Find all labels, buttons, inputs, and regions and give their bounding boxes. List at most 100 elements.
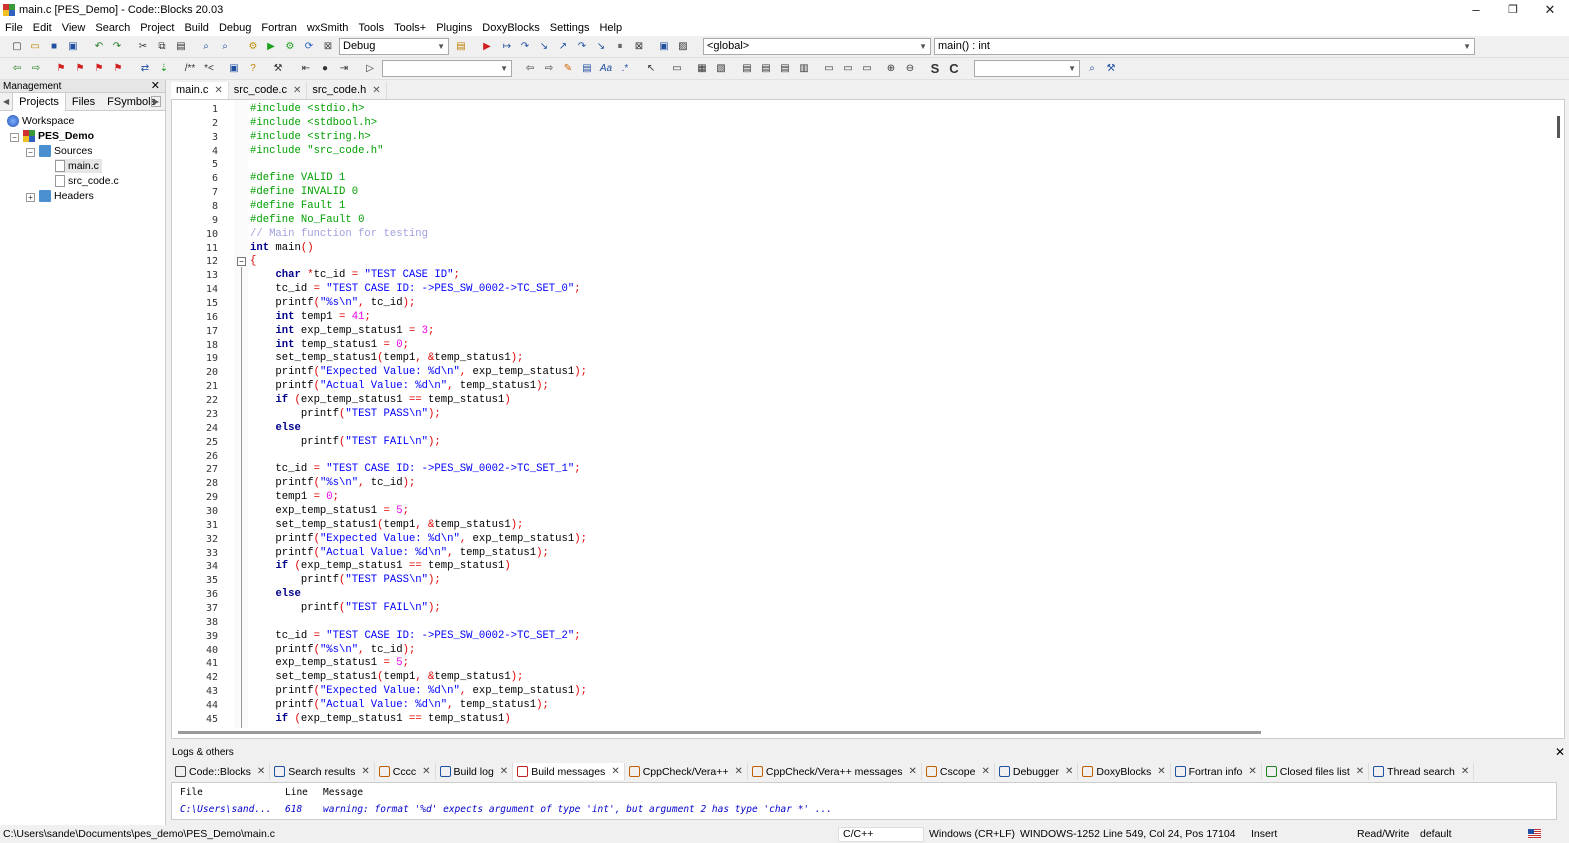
back-icon[interactable]: ⇦	[10, 62, 24, 76]
code-line[interactable]: printf("Actual Value: %d\n", temp_status…	[250, 380, 548, 392]
widget-box-icon[interactable]: ▭	[670, 62, 684, 76]
border-left-icon[interactable]: ▭	[822, 62, 836, 76]
bookmark-prev-icon[interactable]: ⚑	[73, 62, 87, 76]
wrench-icon[interactable]: ⚒	[1104, 62, 1118, 76]
cut-icon[interactable]: ✂	[136, 40, 150, 54]
widget-grid-icon[interactable]: ▦	[695, 62, 709, 76]
tab-main-c[interactable]: main.c ✕	[171, 82, 229, 99]
close-icon[interactable]: ✕	[361, 766, 369, 777]
tab-src-code-h[interactable]: src_code.h ✕	[307, 82, 387, 99]
vertical-scrollbar[interactable]	[1550, 100, 1564, 738]
code-area[interactable]: #include <stdio.h> #include <stdbool.h> #i…	[250, 100, 1550, 738]
close-button[interactable]: ✕	[1531, 0, 1569, 19]
align-left-icon[interactable]: ▤	[740, 62, 754, 76]
close-icon[interactable]: ✕	[1065, 766, 1073, 777]
code-line[interactable]: #include <stdio.h>	[250, 103, 364, 115]
minimize-button[interactable]: –	[1457, 0, 1495, 19]
code-line[interactable]: exp_temp_status1 = 5;	[250, 505, 409, 517]
close-icon[interactable]: ✕	[293, 82, 301, 99]
code-line[interactable]: printf("Expected Value: %d\n", exp_temp_…	[250, 533, 587, 545]
next-line-icon[interactable]: ↷	[518, 40, 532, 54]
log-tab-cppcheck[interactable]: CppCheck/Vera++ ✕	[625, 763, 748, 780]
menu-debug[interactable]: Debug	[214, 22, 256, 34]
open-icon[interactable]: ▭	[28, 40, 42, 54]
code-line[interactable]: printf("%s\n", tc_id);	[250, 477, 415, 489]
marker-icon[interactable]: ●	[318, 62, 332, 76]
jump-icon[interactable]: ⇄	[138, 62, 152, 76]
log-tab-cppcheck-messages[interactable]: CppCheck/Vera++ messages ✕	[748, 763, 922, 780]
tree-file-src-code[interactable]: src_code.c	[55, 174, 119, 188]
code-line[interactable]: printf("%s\n", tc_id);	[250, 644, 415, 656]
close-icon[interactable]: ✕	[1555, 745, 1565, 760]
code-line[interactable]: printf("TEST PASS\n");	[250, 408, 441, 420]
function-select[interactable]: main() : int ▼	[934, 38, 1475, 55]
save-icon[interactable]: ■	[47, 40, 61, 54]
code-line[interactable]: printf("Expected Value: %d\n", exp_temp_…	[250, 366, 587, 378]
align-fill-icon[interactable]: ▥	[797, 62, 811, 76]
pause-icon[interactable]: ⏸	[613, 40, 627, 54]
save-all-icon[interactable]: ▣	[66, 40, 80, 54]
code-line[interactable]: #define VALID 1	[250, 172, 345, 184]
close-icon[interactable]: ✕	[1356, 766, 1364, 777]
menu-edit[interactable]: Edit	[28, 22, 57, 34]
debug-windows-icon[interactable]: ▣	[657, 40, 671, 54]
close-icon[interactable]: ✕	[500, 766, 508, 777]
next-instruction-icon[interactable]: ↷	[575, 40, 589, 54]
menu-tools[interactable]: Tools	[353, 22, 389, 34]
code-line[interactable]: #define INVALID 0	[250, 186, 358, 198]
code-line[interactable]: #include <string.h>	[250, 131, 371, 143]
code-line[interactable]: #include "src_code.h"	[250, 145, 384, 157]
code-line[interactable]: printf("Actual Value: %d\n", temp_status…	[250, 699, 548, 711]
paste-icon[interactable]: ▤	[174, 40, 188, 54]
menu-build[interactable]: Build	[179, 22, 213, 34]
expand-icon[interactable]: +	[26, 193, 35, 202]
log-tab-build-messages[interactable]: Build messages ✕	[513, 763, 625, 780]
close-icon[interactable]: ✕	[611, 766, 619, 777]
code-line[interactable]: if (exp_temp_status1 == temp_status1)	[250, 713, 510, 725]
code-line[interactable]: exp_temp_status1 = 5;	[250, 657, 409, 669]
stop-debug-icon[interactable]: ⊠	[632, 40, 646, 54]
close-icon[interactable]: ✕	[1248, 766, 1256, 777]
target-options-icon[interactable]: ▤	[454, 40, 468, 54]
code-line[interactable]: if (exp_temp_status1 == temp_status1)	[250, 560, 510, 572]
tree-headers[interactable]: Headers	[39, 189, 94, 203]
code-line[interactable]: tc_id = "TEST CASE ID: ->PES_SW_0002->TC…	[250, 630, 580, 642]
code-line[interactable]: temp1 = 0;	[250, 491, 339, 503]
menu-plugins[interactable]: Plugins	[431, 22, 477, 34]
menu-project[interactable]: Project	[135, 22, 179, 34]
horizontal-scrollbar[interactable]	[172, 728, 1564, 738]
symbol-s-icon[interactable]: S	[928, 62, 942, 76]
doxy-comment-icon[interactable]: /**	[183, 62, 197, 76]
code-line[interactable]: int temp1 = 41;	[250, 311, 370, 323]
code-complete-icon[interactable]: ⇣	[157, 62, 171, 76]
code-line[interactable]: #define No_Fault 0	[250, 214, 364, 226]
code-line[interactable]: // Main function for testing	[250, 228, 428, 240]
search-next-icon[interactable]: ⇨	[542, 62, 556, 76]
maximize-button[interactable]: ❐	[1494, 0, 1532, 19]
menu-tools-plus[interactable]: Tools+	[389, 22, 431, 34]
align-center-icon[interactable]: ▤	[759, 62, 773, 76]
code-line[interactable]: #define Fault 1	[250, 200, 345, 212]
close-icon[interactable]: ✕	[735, 766, 743, 777]
rebuild-icon[interactable]: ⟳	[302, 40, 316, 54]
border-all-icon[interactable]: ▭	[841, 62, 855, 76]
menu-wxsmith[interactable]: wxSmith	[302, 22, 354, 34]
log-tab-build-log[interactable]: Build log ✕	[436, 763, 514, 780]
close-icon[interactable]: ✕	[422, 766, 430, 777]
tree-project[interactable]: PES_Demo	[23, 129, 94, 143]
find-icon[interactable]: ⌕	[199, 40, 213, 54]
menu-doxyblocks[interactable]: DoxyBlocks	[477, 22, 544, 34]
build-messages-table[interactable]: File Line Message C:\Users\sand... 618 w…	[171, 782, 1557, 820]
zoom-out-icon[interactable]: ⊖	[903, 62, 917, 76]
redo-icon[interactable]: ↷	[110, 40, 124, 54]
log-tab-cscope[interactable]: Cscope ✕	[922, 763, 995, 780]
build-icon[interactable]: ⚙	[246, 40, 260, 54]
code-line[interactable]: #include <stdbool.h>	[250, 117, 377, 129]
copy-icon[interactable]: ⧉	[155, 40, 169, 54]
column-header-message[interactable]: Message	[323, 787, 363, 798]
log-tab-cccc[interactable]: Cccc ✕	[375, 763, 436, 780]
scope-select[interactable]: <global> ▼	[703, 38, 931, 55]
settings-tool-icon[interactable]: ⚒	[271, 62, 285, 76]
menu-settings[interactable]: Settings	[545, 22, 595, 34]
tree-file-main[interactable]: main.c	[55, 159, 102, 173]
